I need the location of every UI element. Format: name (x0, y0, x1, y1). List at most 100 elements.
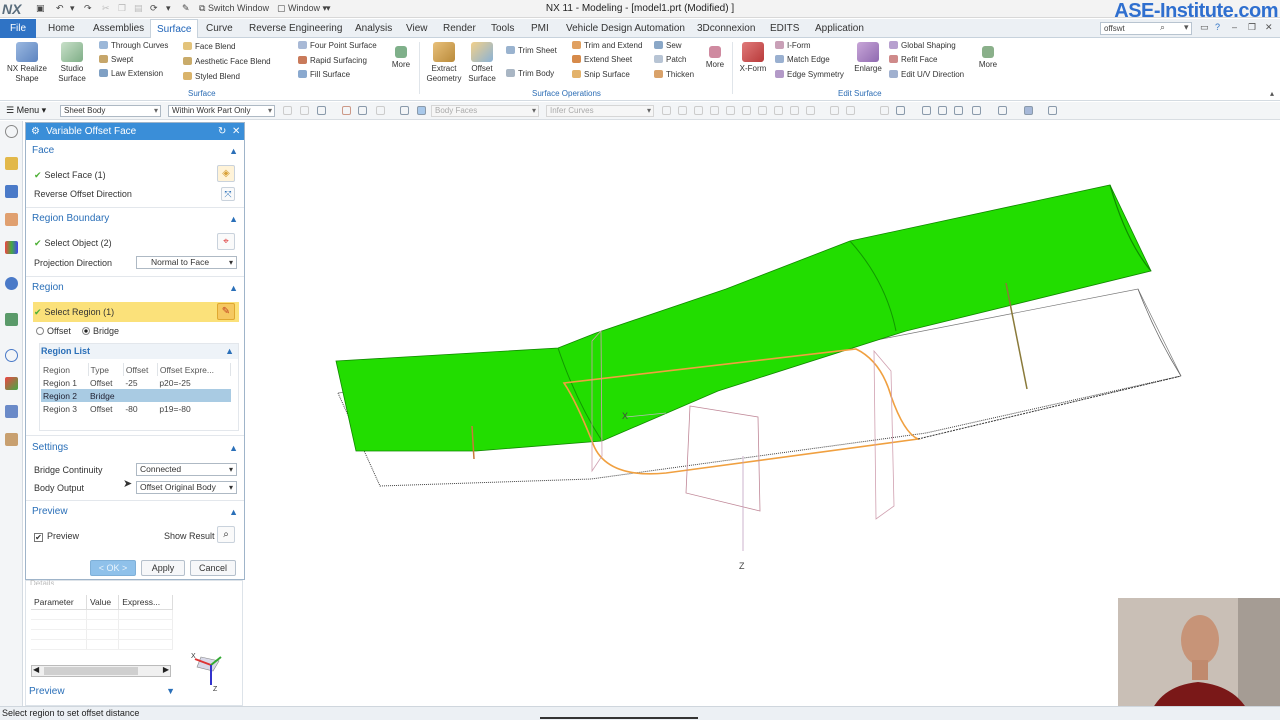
render-style-icon[interactable] (998, 106, 1007, 115)
snap-grid-icon[interactable] (896, 106, 905, 115)
tab-3dconnexion[interactable]: 3Dconnexion (691, 19, 761, 38)
layers-icon[interactable] (1048, 106, 1057, 115)
body-faces-icon[interactable] (417, 106, 426, 115)
face-section-header[interactable]: Face ▲ (26, 142, 244, 160)
edit-section-icon[interactable] (1024, 106, 1033, 115)
sew-button[interactable]: Sew (654, 40, 682, 52)
column-type[interactable]: Type (88, 363, 124, 376)
command-finder-input[interactable]: offswt (1100, 22, 1192, 35)
body-output-dropdown[interactable]: Offset Original Body (136, 481, 237, 494)
select-region-button[interactable]: ✎ (217, 303, 235, 320)
column-offset[interactable]: Offset (123, 363, 158, 376)
preview-collapsed-header[interactable]: Preview ▼ (29, 686, 175, 697)
cell-offset[interactable] (123, 389, 158, 402)
snap-icon[interactable] (342, 106, 351, 115)
tab-vehicle-design-automation[interactable]: Vehicle Design Automation (560, 19, 691, 38)
cell-offset[interactable]: -80 (123, 402, 157, 415)
clock-icon[interactable] (5, 349, 18, 362)
table-row-selected[interactable]: Region 2 Bridge (41, 389, 231, 402)
table-row[interactable]: Region 3 Offset -80 p19=-80 (41, 402, 231, 415)
preview-section-header[interactable]: Preview ▲ (26, 503, 244, 521)
reuse-library-icon[interactable] (5, 241, 18, 254)
select-face-button[interactable]: ◈ (217, 165, 235, 182)
styled-blend-button[interactable]: Styled Blend (183, 71, 240, 83)
edit-uv-direction-button[interactable]: Edit U/V Direction (889, 69, 964, 81)
scrollbar-thumb[interactable] (44, 667, 138, 675)
snap-intersect-icon[interactable] (710, 106, 719, 115)
four-point-surface-button[interactable]: Four Point Surface (298, 40, 377, 52)
settings-section-header[interactable]: Settings ▲ (26, 439, 244, 457)
scroll-right-icon[interactable]: ▶ (163, 665, 169, 674)
through-curves-button[interactable]: Through Curves (99, 40, 168, 52)
file-menu[interactable]: File (0, 19, 36, 38)
ok-button[interactable]: < OK > (90, 560, 136, 576)
snap-on-face-icon[interactable] (790, 106, 799, 115)
edge-symmetry-button[interactable]: Edge Symmetry (775, 69, 844, 81)
part-navigator-icon[interactable] (5, 213, 18, 226)
scroll-left-icon[interactable]: ◀ (33, 665, 39, 674)
gear-icon[interactable]: ⚙ (31, 123, 40, 140)
close-window-icon[interactable]: ✕ (1265, 22, 1273, 33)
tab-surface[interactable]: Surface (150, 19, 199, 38)
i-form-button[interactable]: I-Form (775, 40, 811, 52)
assembly-navigator-icon[interactable] (5, 157, 18, 170)
system-scenes-icon[interactable] (5, 433, 18, 446)
column-offset-expression[interactable]: Offset Expre... (157, 363, 232, 376)
more-surface-button[interactable]: More (388, 46, 414, 70)
law-extension-button[interactable]: Law Extension (99, 68, 163, 80)
minimize-icon[interactable]: – (1232, 22, 1237, 32)
roles-icon[interactable] (5, 405, 18, 418)
column-region[interactable]: Region (41, 363, 89, 376)
ribbon-options-icon[interactable]: ▾ (1184, 22, 1189, 33)
reset-filter-icon[interactable] (300, 106, 309, 115)
snap-arc-center-icon[interactable] (726, 106, 735, 115)
tab-pmi[interactable]: PMI (525, 19, 555, 38)
tab-application[interactable]: Application (809, 19, 870, 38)
orient-view-icon[interactable] (972, 106, 981, 115)
trim-body-button[interactable]: Trim Body (506, 68, 554, 80)
reset-icon[interactable]: ↻ (218, 123, 226, 140)
column-value[interactable]: Value (86, 595, 120, 610)
layout-icon[interactable]: ▭ (1200, 22, 1209, 33)
selection-scope-dropdown[interactable]: Within Work Part Only (168, 105, 275, 117)
type-filter-dropdown[interactable]: Sheet Body (60, 105, 161, 117)
select-object-row[interactable]: ✔ Select Object (2) (34, 237, 112, 249)
tab-assemblies[interactable]: Assemblies (87, 19, 150, 38)
extract-geometry-button[interactable]: Extract Geometry (424, 42, 464, 84)
offset-radio[interactable]: Offset (36, 325, 71, 337)
reverse-direction-button[interactable]: ⤧ (221, 187, 235, 201)
more-edit-surface-button[interactable]: More (975, 46, 1001, 70)
face-rule-dropdown[interactable]: Body Faces (431, 105, 539, 117)
x-form-button[interactable]: X-Form (736, 42, 770, 74)
preview-checkbox[interactable]: ✔ Preview (34, 530, 79, 542)
general-filter-icon[interactable] (283, 106, 292, 115)
refit-face-button[interactable]: Refit Face (889, 54, 937, 66)
projection-direction-dropdown[interactable]: Normal to Face (136, 256, 237, 269)
snap-end-icon[interactable] (662, 106, 671, 115)
extend-sheet-button[interactable]: Extend Sheet (572, 54, 632, 66)
rotate-icon[interactable] (954, 106, 963, 115)
select-object-button[interactable]: ⌖ (217, 233, 235, 250)
cancel-button[interactable]: Cancel (190, 560, 236, 576)
region-section-header[interactable]: Region ▲ (26, 279, 244, 297)
patch-button[interactable]: Patch (654, 54, 686, 66)
column-expression[interactable]: Express... (118, 595, 173, 610)
snip-surface-button[interactable]: Snip Surface (572, 69, 630, 81)
match-edge-button[interactable]: Match Edge (775, 54, 830, 66)
face-blend-button[interactable]: Face Blend (183, 41, 235, 53)
more-operations-button[interactable]: More (702, 46, 728, 70)
show-result-button[interactable]: ⌕ (217, 526, 235, 543)
swept-button[interactable]: Swept (99, 54, 133, 66)
apply-button[interactable]: Apply (141, 560, 185, 576)
snap-quadrant-icon[interactable] (742, 106, 751, 115)
region-list-header[interactable]: Region List ▲ (40, 344, 238, 359)
horizontal-scrollbar[interactable]: ◀ ▶ (31, 665, 171, 677)
green-surface-body[interactable] (335, 184, 1152, 452)
table-row[interactable]: Region 1 Offset -25 p20=-25 (41, 376, 231, 389)
constraint-navigator-icon[interactable] (5, 185, 18, 198)
snap-existing-point-icon[interactable] (758, 106, 767, 115)
nx-realize-shape-button[interactable]: NX Realize Shape (4, 42, 50, 84)
zoom-icon[interactable] (938, 106, 947, 115)
trim-sheet-button[interactable]: Trim Sheet (506, 45, 557, 57)
snap-point-icon[interactable] (880, 106, 889, 115)
